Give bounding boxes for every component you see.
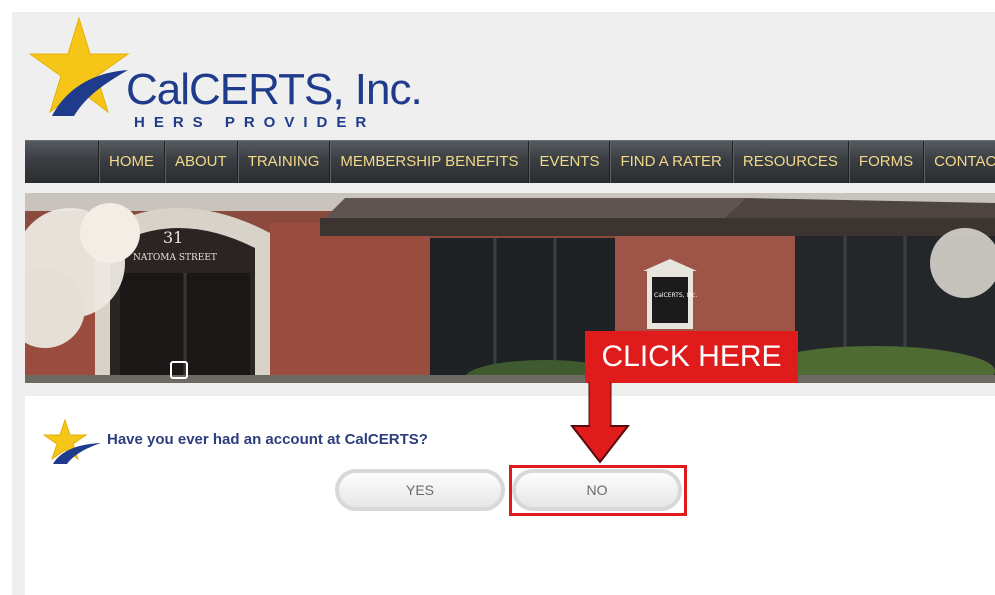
svg-text:CalCERTS, Inc.: CalCERTS, Inc.	[654, 292, 697, 299]
nav-item-events[interactable]: EVENTS	[528, 141, 609, 183]
star-logo-icon	[28, 16, 130, 116]
svg-text:31: 31	[163, 228, 183, 247]
logo-name: CalCERTS, Inc.	[126, 65, 423, 114]
nav-item-forms[interactable]: FORMS	[847, 141, 923, 183]
arrow-down-icon	[570, 382, 630, 464]
account-question: Have you ever had an account at CalCERTS…	[107, 431, 428, 448]
logo-tagline: HERS PROVIDER	[134, 114, 376, 131]
star-bullet-icon	[42, 418, 101, 464]
nav-item-home[interactable]: HOME	[98, 141, 164, 183]
yes-button[interactable]: YES	[335, 469, 505, 511]
click-here-callout: CLICK HERE	[585, 331, 798, 383]
nav-item-find-a-rater[interactable]: FIND A RATER	[609, 141, 731, 183]
nav-item-membership-benefits[interactable]: MEMBERSHIP BENEFITS	[329, 141, 528, 183]
svg-text:NATOMA STREET: NATOMA STREET	[133, 253, 217, 263]
expand-icon[interactable]	[170, 361, 188, 379]
no-button-highlight	[509, 465, 687, 516]
building-banner-image: 31 NATOMA STREET CalCERTS, Inc.	[25, 193, 995, 383]
calcerts-logo[interactable]: CalCERTS, Inc. HERS PROVIDER	[24, 14, 423, 131]
nav-item-about[interactable]: ABOUT	[164, 141, 237, 183]
main-navigation: HOME ABOUT TRAINING MEMBERSHIP BENEFITS …	[25, 140, 995, 183]
nav-item-contact-us[interactable]: CONTACT US	[923, 141, 995, 183]
nav-item-training[interactable]: TRAINING	[236, 141, 330, 183]
nav-item-resources[interactable]: RESOURCES	[731, 141, 848, 183]
account-question-panel: Have you ever had an account at CalCERTS…	[25, 396, 995, 595]
